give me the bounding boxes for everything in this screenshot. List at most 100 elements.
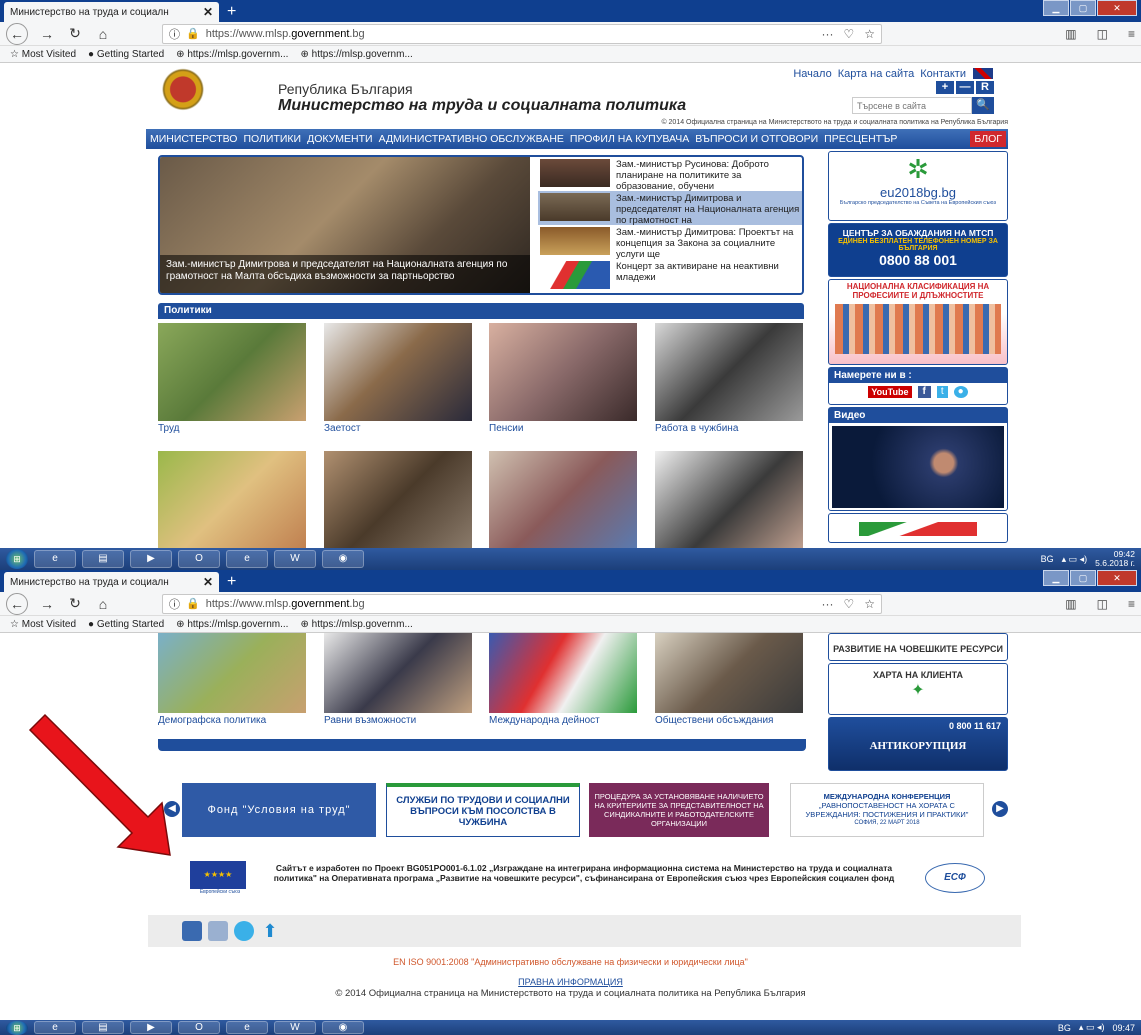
link-sitemap[interactable]: Карта на сайта <box>838 68 915 80</box>
link-contacts[interactable]: Контакти <box>920 68 966 80</box>
youtube-icon[interactable]: YouTube <box>868 386 912 398</box>
media-player-icon[interactable]: ▶ <box>130 1021 172 1034</box>
word-doc-icon[interactable] <box>182 921 202 941</box>
hr-program-banner[interactable]: РАЗВИТИЕ НА ЧОВЕШКИТЕ РЕСУРСИ <box>828 633 1008 661</box>
menu-item-press[interactable]: ПРЕСЦЕНТЪР <box>824 133 897 145</box>
bookmark-mlsp-1[interactable]: ⊕ https://mlsp.governm... <box>176 619 288 630</box>
bookmark-mlsp-2[interactable]: ⊕ https://mlsp.governm... <box>300 49 412 60</box>
bookmark-getting-started[interactable]: ● Getting Started <box>88 49 164 60</box>
policy-tile-pensions[interactable]: Пенсии <box>489 323 637 434</box>
font-increase-button[interactable]: + <box>936 81 954 94</box>
tab-close-icon[interactable]: ✕ <box>203 5 213 19</box>
pocket-icon[interactable]: ♡ <box>843 27 854 41</box>
language-indicator[interactable]: BG <box>1041 554 1054 564</box>
scroll-up-icon[interactable]: ⬆ <box>260 921 280 941</box>
menu-item-faq[interactable]: ВЪПРОСИ И ОТГОВОРИ <box>695 133 818 145</box>
menu-icon[interactable]: ≡ <box>1128 597 1135 611</box>
home-icon[interactable]: ⌂ <box>94 596 112 612</box>
menu-item-policies[interactable]: ПОЛИТИКИ <box>243 133 301 145</box>
close-window-icon[interactable]: ✕ <box>1097 570 1137 586</box>
browser-tab[interactable]: Министерство на труда и социалн ✕ <box>4 572 219 592</box>
policy-tile-labor[interactable]: Труд <box>158 323 306 434</box>
font-decrease-button[interactable]: — <box>956 81 974 94</box>
outlook-icon[interactable]: O <box>178 550 220 568</box>
call-center-banner[interactable]: ЦЕНТЪР ЗА ОБАЖДАНИЯ НА МТСП ЕДИНЕН БЕЗПЛ… <box>828 223 1008 277</box>
bookmark-star-icon[interactable]: ☆ <box>864 27 875 41</box>
library-icon[interactable]: ▥ <box>1065 27 1076 41</box>
policy-image-disability[interactable] <box>655 451 803 548</box>
media-player-icon[interactable]: ▶ <box>130 550 172 568</box>
banner-procedure[interactable]: ПРОЦЕДУРА ЗА УСТАНОВЯВАНЕ НАЛИЧИЕТО НА К… <box>589 783 769 837</box>
back-icon[interactable]: ← <box>6 592 28 615</box>
chat-icon[interactable]: ● <box>953 386 968 398</box>
hr-program-banner-top[interactable] <box>828 513 1008 543</box>
reload-icon[interactable]: ↻ <box>66 595 84 612</box>
menu-item-ministry[interactable]: МИНИСТЕРСТВО <box>150 133 237 145</box>
menu-item-buyer-profile[interactable]: ПРОФИЛ НА КУПУВАЧА <box>570 133 689 145</box>
minimize-icon[interactable]: ▁ <box>1043 570 1069 586</box>
page-actions-icon[interactable]: ··· <box>821 597 833 611</box>
start-button-icon[interactable]: ⊞ <box>6 1020 28 1035</box>
anticorruption-banner[interactable]: 0 800 11 617 АНТИКОРУПЦИЯ <box>828 717 1008 771</box>
menu-icon[interactable]: ≡ <box>1128 27 1135 41</box>
forward-icon[interactable]: → <box>38 596 56 612</box>
menu-item-blog[interactable]: БЛОГ <box>970 131 1006 147</box>
search-input[interactable] <box>852 97 972 114</box>
clock[interactable]: 09:42 5.6.2018 г. <box>1095 550 1135 568</box>
firefox-icon[interactable]: ◉ <box>322 1021 364 1034</box>
ie-window-icon[interactable]: e <box>226 1021 268 1034</box>
policy-tile-demography[interactable]: Демографска политика <box>158 633 306 726</box>
banner-services[interactable]: СЛУЖБИ ПО ТРУДОВИ И СОЦИАЛНИ ВЪПРОСИ КЪМ… <box>386 783 580 837</box>
home-icon[interactable]: ⌂ <box>94 26 112 42</box>
print-icon[interactable] <box>208 921 228 941</box>
news-item[interactable]: Концерт за активиране на неактивни младе… <box>538 259 802 293</box>
news-item[interactable]: Зам.-министър Русинова: Доброто планиран… <box>538 157 802 192</box>
ie-window-icon[interactable]: e <box>226 550 268 568</box>
carousel-next-icon[interactable]: ▶ <box>992 801 1008 817</box>
bookmark-star-icon[interactable]: ☆ <box>864 597 875 611</box>
news-item[interactable]: Зам.-министър Димитрова: Проектът на кон… <box>538 225 802 260</box>
browser-tab[interactable]: Министерство на труда и социалн ✕ <box>4 2 219 22</box>
info-icon[interactable]: ⓘ <box>169 26 180 42</box>
library-icon[interactable]: ▥ <box>1065 597 1076 611</box>
facebook-icon[interactable]: f <box>917 386 931 398</box>
slider-caption[interactable]: Зам.-министър Димитрова и председателят … <box>160 255 530 293</box>
firefox-icon[interactable]: ◉ <box>322 550 364 568</box>
sidebar-icon[interactable]: ◫ <box>1097 597 1108 611</box>
legal-info-link[interactable]: ПРАВНА ИНФОРМАЦИЯ <box>0 977 1141 987</box>
client-charter-banner[interactable]: ХАРТА НА КЛИЕНТА ✦ <box>828 663 1008 715</box>
policy-image-family[interactable] <box>158 451 306 548</box>
banner-fund[interactable]: Фонд "Условия на труд" <box>182 783 376 837</box>
www-icon[interactable] <box>234 921 254 941</box>
tray-icons[interactable]: ▴ ▭ ◂) <box>1079 1022 1105 1033</box>
policy-image-equal[interactable] <box>324 451 472 548</box>
bookmark-mlsp-1[interactable]: ⊕ https://mlsp.governm... <box>176 49 288 60</box>
reload-icon[interactable]: ↻ <box>66 25 84 42</box>
ie-icon[interactable]: e <box>34 1021 76 1034</box>
eu2018-banner[interactable]: ✲ eu2018bg.bg Българско председателство … <box>828 151 1008 221</box>
policy-tile-employment[interactable]: Заетост <box>324 323 472 434</box>
bookmark-most-visited[interactable]: ☆ Most Visited <box>10 49 76 60</box>
tab-close-icon[interactable]: ✕ <box>203 575 213 589</box>
english-flag-icon[interactable] <box>972 67 994 80</box>
policy-tile-abroad[interactable]: Работа в чужбина <box>655 323 803 434</box>
back-icon[interactable]: ← <box>6 22 28 45</box>
twitter-icon[interactable]: t <box>936 386 948 398</box>
outlook-icon[interactable]: O <box>178 1021 220 1034</box>
minimize-icon[interactable]: ▁ <box>1043 0 1069 16</box>
search-icon[interactable]: 🔍 <box>972 97 994 114</box>
bookmark-most-visited[interactable]: ☆ Most Visited <box>10 619 76 630</box>
info-icon[interactable]: ⓘ <box>169 596 180 612</box>
page-actions-icon[interactable]: ··· <box>821 27 833 41</box>
menu-item-documents[interactable]: ДОКУМЕНТИ <box>307 133 372 145</box>
classification-banner[interactable]: НАЦИОНАЛНА КЛАСИФИКАЦИЯ НА ПРОФЕСИИТЕ И … <box>828 279 1008 365</box>
word-icon[interactable]: W <box>274 1021 316 1034</box>
policy-tile-international[interactable]: Международна дейност <box>489 633 637 726</box>
url-bar[interactable]: ⓘ 🔒 https://www.mlsp.government.bg ··· ♡ ☆ <box>162 23 882 44</box>
video-player[interactable] <box>832 426 1004 508</box>
policy-tile-equality[interactable]: Равни възможности <box>324 633 472 726</box>
clock[interactable]: 09:47 <box>1112 1023 1135 1033</box>
start-button-icon[interactable]: ⊞ <box>6 549 28 569</box>
bookmark-getting-started[interactable]: ● Getting Started <box>88 619 164 630</box>
new-tab-button[interactable]: + <box>227 572 236 592</box>
